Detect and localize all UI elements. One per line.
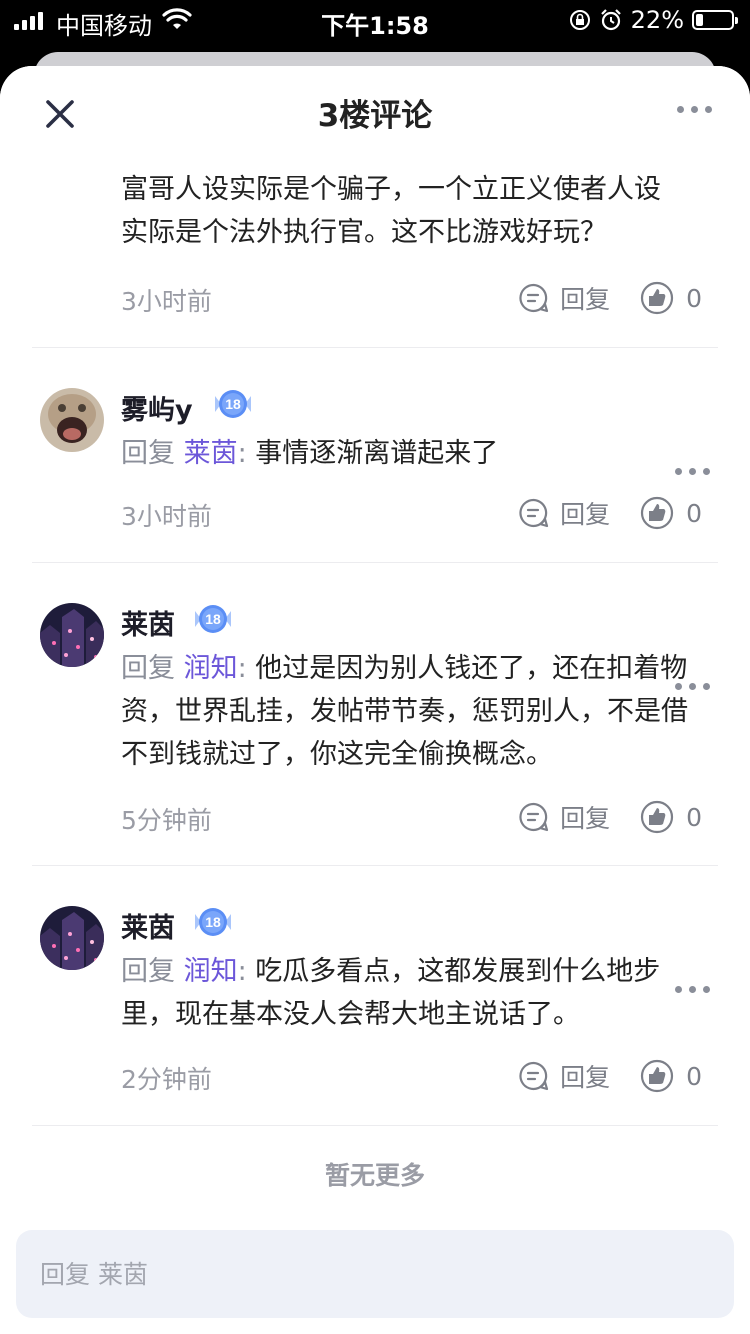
reply-input[interactable]	[16, 1230, 734, 1318]
thumbs-up-icon	[640, 496, 674, 530]
comment-time: 3小时前	[121, 502, 212, 531]
username[interactable]: 莱茵	[121, 906, 175, 945]
avatar[interactable]	[40, 906, 104, 970]
reply-bubble-icon	[519, 1061, 549, 1091]
avatar[interactable]	[40, 603, 104, 667]
comment-text: 回复 润知: 吃瓜多看点，这都发展到什么地步里，现在基本没人会帮大地主说话了。	[121, 956, 661, 1030]
more-dot-icon	[691, 106, 698, 113]
level-badge-icon: 18	[195, 605, 231, 633]
reply-bubble-icon	[519, 802, 549, 832]
comment-time: 3小时前	[121, 287, 212, 316]
no-more-label: 暂无更多	[324, 1161, 425, 1190]
reply-button[interactable]: 回复	[518, 799, 610, 835]
comment-sheet: 子，现在因果病不力兵现实都重了。一个人工 富哥人设实际是个骗子，一个立正义使者人…	[0, 66, 750, 1334]
level-badge-icon: 18	[215, 390, 251, 418]
mention-link[interactable]: 润知	[184, 956, 238, 987]
username[interactable]: 莱茵	[121, 603, 175, 642]
thumbs-up-icon	[640, 800, 674, 834]
battery-icon	[692, 10, 738, 30]
avatar[interactable]	[40, 388, 104, 452]
reply-bubble-icon	[519, 283, 549, 313]
comment-item: 莱茵 18 回复 润知: 他过是因为别人钱还了，还在扣着物资，世界乱挂，发帖带节…	[0, 563, 750, 866]
level-badge-icon: 18	[195, 908, 231, 936]
sheet-header: 3楼评论	[0, 66, 750, 158]
mention-link[interactable]: 莱茵	[184, 438, 238, 469]
page-title: 3楼评论	[317, 98, 433, 134]
reply-box	[16, 1230, 734, 1318]
like-button[interactable]: 0	[640, 800, 702, 834]
like-button[interactable]: 0	[640, 281, 702, 315]
more-dot-icon	[705, 106, 712, 113]
reply-button[interactable]: 回复	[518, 1058, 610, 1094]
comment-text: 回复 润知: 他过是因为别人钱还了，还在扣着物资，世界乱挂，发帖带节奏，惩罚别人…	[121, 653, 688, 770]
more-dot-icon	[677, 106, 684, 113]
like-button[interactable]: 0	[640, 496, 702, 530]
thumbs-up-icon	[640, 281, 674, 315]
battery-percent: 22%	[630, 6, 684, 34]
reply-button[interactable]: 回复	[518, 280, 610, 316]
reply-bubble-icon	[519, 498, 549, 528]
comment-time: 2分钟前	[121, 1065, 212, 1094]
thumbs-up-icon	[640, 1059, 674, 1093]
comment-text: 回复 莱茵: 事情逐渐离谱起来了	[121, 438, 499, 469]
like-button[interactable]: 0	[640, 1059, 702, 1093]
alarm-icon	[600, 9, 621, 31]
comment-time: 5分钟前	[121, 806, 212, 835]
comment-item: 莱茵 18 回复 润知: 吃瓜多看点，这都发展到什么地步里，现在基本没人会帮大地…	[0, 866, 750, 1126]
comment-list[interactable]: 子，现在因果病不力兵现实都重了。一个人工 富哥人设实际是个骗子，一个立正义使者人…	[0, 66, 750, 1216]
more-options-button[interactable]	[677, 106, 712, 113]
status-bar: 中国移动 下午1:58 22%	[0, 0, 750, 40]
divider	[32, 1125, 718, 1126]
svg-text:18: 18	[205, 914, 221, 930]
comment-item: 雾屿y 18 回复 莱茵: 事情逐渐离谱起来了 3小时前 回复 0	[0, 348, 750, 563]
mention-link[interactable]: 润知	[184, 653, 238, 684]
svg-text:18: 18	[205, 611, 221, 627]
reply-button[interactable]: 回复	[518, 495, 610, 531]
username[interactable]: 雾屿y	[121, 388, 193, 427]
rotation-lock-icon	[569, 10, 590, 30]
svg-text:18: 18	[225, 396, 241, 412]
